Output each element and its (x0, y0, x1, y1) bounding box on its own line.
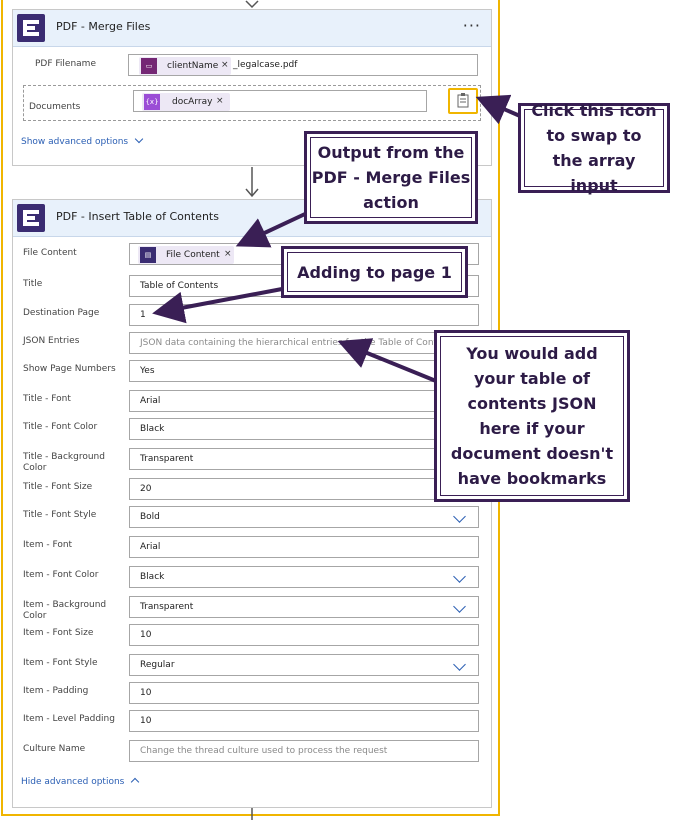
callout-swap-icon: Click this icon to swap to the array inp… (518, 101, 670, 195)
callout-adding-page: Adding to page 1 (281, 246, 468, 298)
callout-output-from: Output from the PDF - Merge Files action (304, 131, 478, 224)
callout-json-note: You would add your table of contents JSO… (434, 330, 630, 502)
